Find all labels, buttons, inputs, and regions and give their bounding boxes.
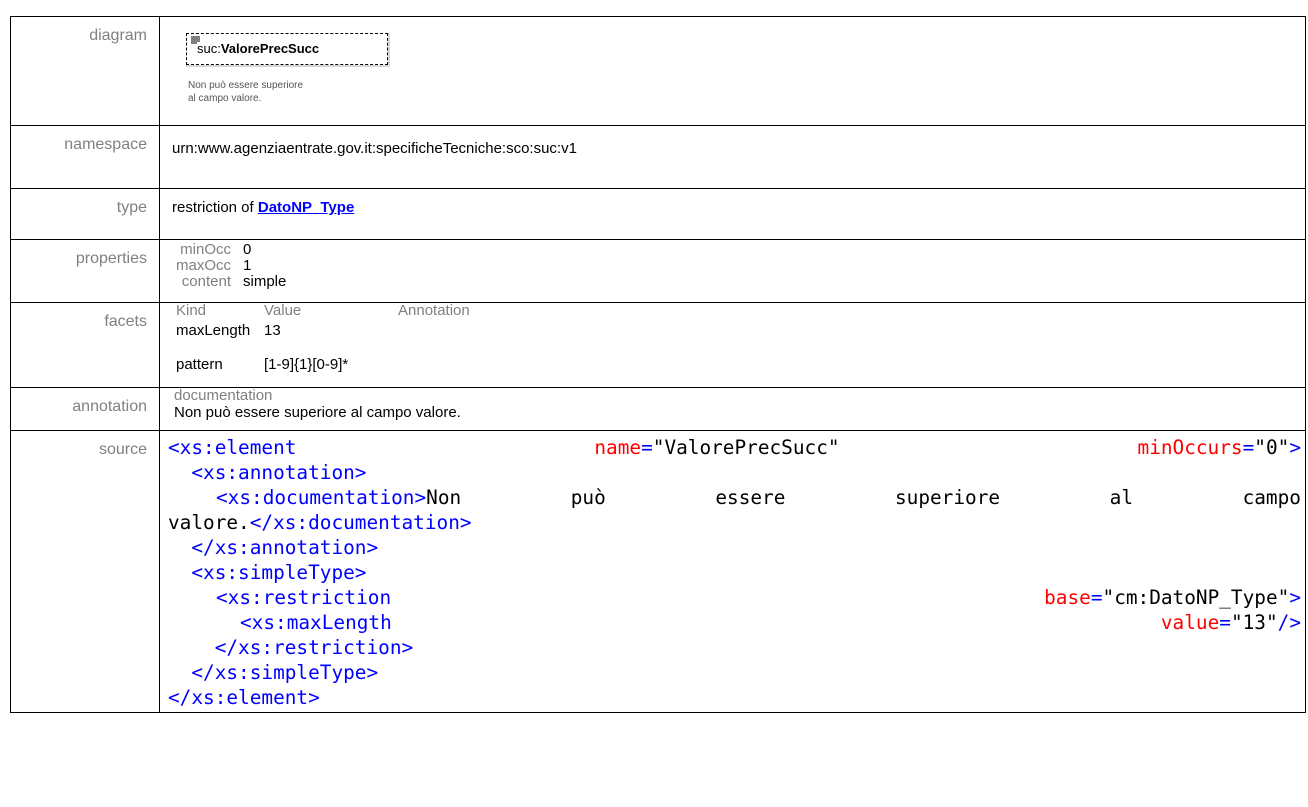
label-diagram: diagram	[10, 16, 160, 126]
label-type: type	[10, 188, 160, 240]
facet-row: maxLength 13	[176, 319, 470, 351]
element-box[interactable]: suc:ValorePrecSucc	[186, 33, 388, 65]
source-line: </xs:restriction>	[214, 636, 414, 659]
label-properties: properties	[10, 239, 160, 303]
facet-value: [1-9]{1}[0-9]*	[264, 356, 349, 373]
property-key: content	[181, 273, 232, 290]
namespace-value: urn:www.agenziaentrate.gov.it:specifiche…	[159, 125, 1306, 189]
row-type: type restriction of DatoNP_Type	[10, 188, 1306, 240]
element-note: Non può essere superiore al campo valore…	[188, 80, 304, 104]
type-link[interactable]: DatoNP_Type	[258, 199, 354, 216]
type-prefix: restriction of	[172, 199, 254, 216]
property-value: 0	[243, 241, 252, 258]
element-name: ValorePrecSucc	[220, 41, 320, 56]
row-facets: facets Kind Value Annotation maxLength 1…	[10, 302, 1306, 388]
label-source: source	[10, 430, 160, 713]
element-doc-table: diagram suc:ValorePrecSucc Non può esser…	[10, 16, 1306, 713]
source-line: <xs:restriction base="cm:DatoNP_Type">	[216, 586, 1301, 609]
property-row: minOcc 0	[176, 242, 286, 258]
facet-row: pattern [1-9]{1}[0-9]*	[176, 351, 470, 373]
property-row: maxOcc 1	[176, 258, 286, 274]
source-line: <xs:simpleType>	[191, 561, 367, 584]
facets-header-kind: Kind	[176, 302, 207, 319]
row-namespace: namespace urn:www.agenziaentrate.gov.it:…	[10, 125, 1306, 189]
source-line: <xs:documentation>Non può essere superio…	[216, 486, 1301, 509]
annotation-text: Non può essere superiore al campo valore…	[174, 404, 461, 421]
label-annotation: annotation	[10, 387, 160, 431]
element-prefix: suc:	[197, 41, 221, 56]
property-value: simple	[243, 273, 287, 290]
facet-kind: pattern	[176, 356, 223, 373]
facet-value: 13	[264, 322, 281, 339]
row-diagram: diagram suc:ValorePrecSucc Non può esser…	[10, 16, 1306, 126]
row-annotation: annotation documentation Non può essere …	[10, 387, 1306, 431]
property-key: maxOcc	[176, 257, 232, 274]
facets-table: Kind Value Annotation maxLength 13 patte…	[176, 303, 470, 373]
source-code: <xs:element name="ValorePrecSucc" minOcc…	[168, 431, 1301, 712]
source-line: valore.</xs:documentation>	[168, 511, 472, 534]
element-diagram: suc:ValorePrecSucc Non può essere superi…	[172, 17, 1305, 125]
facets-header-value: Value	[264, 302, 302, 319]
properties-table: minOcc 0 maxOcc 1 content simple	[176, 242, 286, 290]
row-properties: properties minOcc 0 maxOcc 1 content sim…	[10, 239, 1306, 303]
label-facets: facets	[10, 302, 160, 388]
property-value: 1	[243, 257, 252, 274]
facets-header-row: Kind Value Annotation	[176, 303, 470, 319]
element-box-shadow: suc:ValorePrecSucc	[186, 33, 390, 67]
source-line: </xs:simpleType>	[191, 661, 379, 684]
source-line: <xs:annotation>	[191, 461, 367, 484]
source-line: </xs:annotation>	[191, 536, 379, 559]
source-line: <xs:element name="ValorePrecSucc" minOcc…	[168, 436, 1301, 459]
row-source: source <xs:element name="ValorePrecSucc"…	[10, 430, 1306, 713]
property-key: minOcc	[180, 241, 232, 258]
element-lines-icon	[191, 36, 200, 44]
page: diagram suc:ValorePrecSucc Non può esser…	[0, 0, 1308, 807]
facet-kind: maxLength	[176, 322, 251, 339]
source-line: </xs:element>	[168, 686, 320, 709]
facets-header-annotation: Annotation	[398, 302, 470, 319]
source-line: <xs:maxLength value="13"/>	[240, 611, 1301, 634]
annotation-title: documentation	[174, 387, 273, 404]
label-namespace: namespace	[10, 125, 160, 189]
property-row: content simple	[176, 273, 287, 290]
